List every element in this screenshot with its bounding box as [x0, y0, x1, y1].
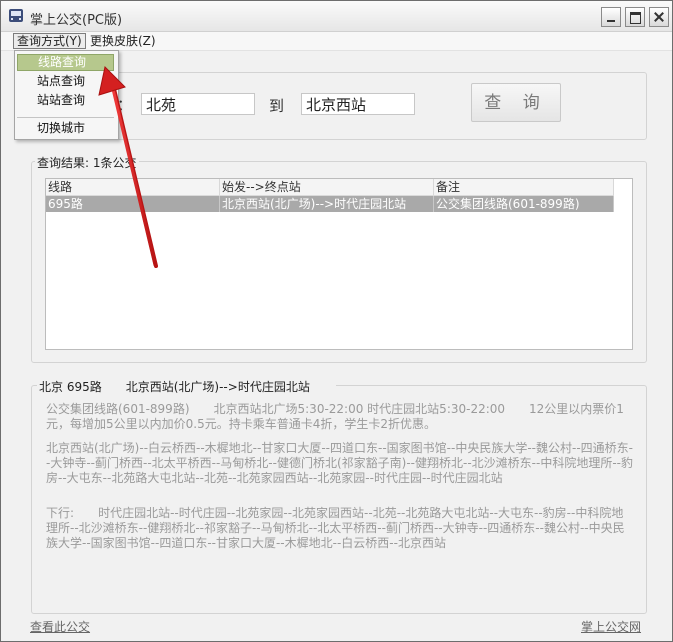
menu-line-query[interactable]: 线路查询	[17, 54, 114, 71]
details-line-name: 北京 695路	[39, 380, 102, 394]
details-down-label: 下行:	[46, 506, 75, 520]
table-row[interactable]: 695路 北京西站(北广场)-->时代庄园北站 公交集团线路(601-899路)	[46, 196, 614, 212]
from-colon: ：	[117, 96, 133, 114]
details-info: 公交集团线路(601-899路) 北京西站北广场5:30-22:00 时代庄园北…	[46, 402, 624, 431]
menu-query-mode[interactable]: 查询方式(Y)	[13, 33, 86, 49]
column-route[interactable]: 始发-->终点站	[220, 179, 434, 195]
details-down-stops: 时代庄园北站--时代庄园--北苑家园--北苑家园西站--北苑--北苑路大屯北站-…	[46, 506, 625, 550]
maximize-button[interactable]	[625, 7, 645, 27]
query-mode-dropdown: 线路查询 站点查询 站站查询 切换城市	[14, 50, 119, 140]
title-bar[interactable]: 掌上公交(PC版)	[1, 1, 672, 32]
menu-station-to-station-query[interactable]: 站站查询	[17, 92, 114, 109]
minimize-button[interactable]	[601, 7, 621, 27]
row-route-cell: 北京西站(北广场)-->时代庄园北站	[220, 196, 434, 212]
menu-change-skin[interactable]: 更换皮肤(Z)	[87, 33, 159, 49]
from-station-input[interactable]: 北苑	[141, 93, 255, 115]
details-down: 下行: 时代庄园北站--时代庄园--北苑家园--北苑家园西站--北苑--北苑路大…	[46, 506, 634, 551]
column-line[interactable]: 线路	[46, 179, 220, 195]
results-label: 查询结果: 1条公交	[35, 154, 139, 171]
query-button[interactable]: 查 询	[471, 83, 561, 122]
menu-station-query[interactable]: 站点查询	[17, 73, 114, 90]
column-note[interactable]: 备注	[434, 179, 614, 195]
view-bus-link[interactable]: 查看此公交	[30, 618, 90, 635]
menu-bar: 查询方式(Y) 更换皮肤(Z)	[1, 32, 672, 51]
row-note-cell: 公交集团线路(601-899路)	[434, 196, 614, 212]
details-route: 北京西站(北广场)-->时代庄园北站	[125, 380, 310, 394]
details-heading: 北京 695路 北京西站(北广场)-->时代庄园北站	[37, 378, 336, 395]
details-up-stops: 北京西站(北广场)--白云桥西--木樨地北--甘家口大厦--四道口东--国家图书…	[46, 441, 633, 485]
results-list[interactable]: 线路 始发-->终点站 备注 695路 北京西站(北广场)-->时代庄园北站 公…	[45, 178, 633, 350]
app-window: 掌上公交(PC版) 查询方式(Y) 更换皮肤(Z) ： 北苑 到 北京西站 查 …	[0, 0, 673, 642]
menu-switch-city[interactable]: 切换城市	[17, 120, 114, 137]
close-button[interactable]	[649, 7, 669, 27]
menu-separator	[17, 117, 114, 118]
website-link[interactable]: 掌上公交网	[581, 618, 641, 635]
to-label: 到	[269, 97, 285, 115]
results-header: 线路 始发-->终点站 备注	[46, 179, 614, 196]
bus-app-icon	[9, 9, 23, 22]
to-station-input[interactable]: 北京西站	[301, 93, 415, 115]
row-line-cell: 695路	[46, 196, 220, 212]
window-title: 掌上公交(PC版)	[30, 13, 123, 28]
